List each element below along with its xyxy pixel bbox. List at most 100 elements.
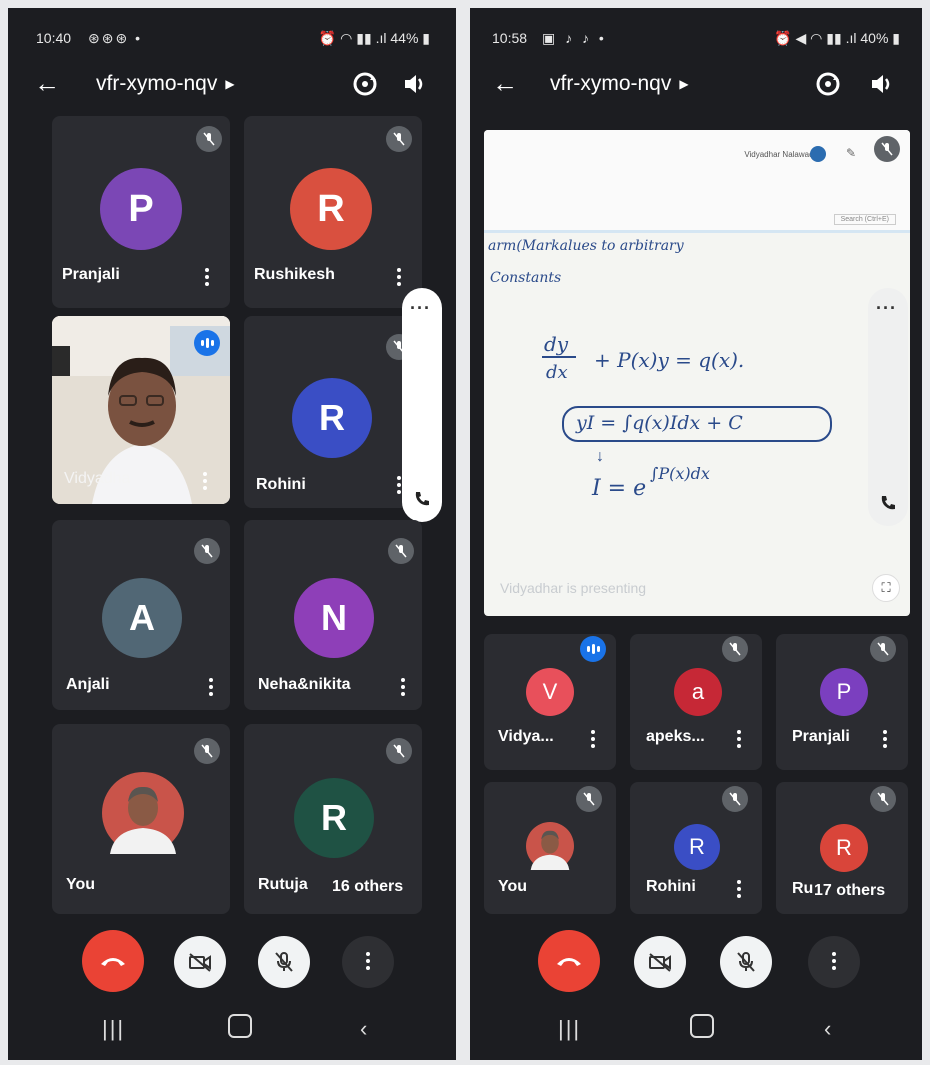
participant-tile[interactable]: V Vidya... bbox=[484, 634, 616, 770]
participant-tile[interactable]: a apeks... bbox=[630, 634, 762, 770]
back-arrow-icon[interactable]: ← bbox=[34, 68, 60, 99]
camera-off-icon bbox=[189, 953, 211, 972]
status-time: 10:58 bbox=[492, 30, 528, 46]
home-icon[interactable] bbox=[690, 1014, 714, 1038]
more-vert-icon[interactable] bbox=[396, 268, 402, 288]
participant-tile[interactable]: R Rohini bbox=[630, 782, 762, 914]
participant-tile-group[interactable]: R Rutuja 16 others bbox=[244, 724, 422, 914]
more-vert-icon[interactable] bbox=[400, 678, 406, 698]
participant-tile[interactable]: A Anjali bbox=[52, 520, 230, 710]
avatar-initial: a bbox=[691, 679, 705, 704]
more-vert-icon[interactable] bbox=[736, 880, 742, 900]
avatar-initial: A bbox=[129, 597, 155, 638]
avatar: R bbox=[294, 778, 374, 858]
mic-toggle-button[interactable] bbox=[258, 936, 310, 988]
participant-tile-group[interactable]: R Ru 17 others bbox=[776, 782, 908, 914]
switch-camera-icon[interactable] bbox=[351, 70, 379, 98]
participant-tile[interactable]: P Pranjali bbox=[776, 634, 908, 770]
avatar bbox=[102, 772, 184, 854]
mic-muted-icon bbox=[576, 786, 602, 812]
camera-off-icon bbox=[649, 953, 671, 972]
speaker-icon[interactable] bbox=[401, 70, 429, 98]
back-nav-icon[interactable]: ‹ bbox=[824, 1016, 831, 1042]
avatar-initial: R bbox=[319, 397, 345, 438]
more-vert-icon[interactable] bbox=[736, 730, 742, 750]
presentation-header: Vidyadhar Nalawade ✎ Search (Ctrl+E) bbox=[484, 130, 910, 233]
participant-tile[interactable]: R Rushikesh bbox=[244, 116, 422, 308]
participant-name: Pranjali bbox=[62, 266, 120, 283]
left-phone-screen: 10:40 ⊛⊛⊛ • ⏰ ◠ ▮▮ .ıl 44% ▮ ← vfr-xymo-… bbox=[8, 8, 456, 1060]
participants-side-panel[interactable]: ··· bbox=[402, 288, 442, 522]
more-vert-icon[interactable] bbox=[208, 678, 214, 698]
mic-off-icon bbox=[737, 952, 755, 972]
meeting-code-text: vfr-xymo-nqv bbox=[96, 72, 218, 95]
participant-tile-self[interactable]: You bbox=[484, 782, 616, 914]
mic-muted-icon bbox=[722, 786, 748, 812]
equation-exponent: ∫P(x)dx bbox=[650, 464, 710, 483]
presenter-avatar bbox=[810, 146, 826, 162]
participant-tile-self[interactable]: You bbox=[52, 724, 230, 914]
presentation-view[interactable]: Vidyadhar Nalawade ✎ Search (Ctrl+E) arm… bbox=[484, 130, 910, 616]
more-vert-icon bbox=[365, 952, 371, 972]
more-vert-icon[interactable] bbox=[202, 472, 208, 492]
back-arrow-icon[interactable]: ← bbox=[492, 68, 518, 99]
notification-icons: ▣ ♪ ♪ • bbox=[542, 30, 607, 46]
participant-tile[interactable]: R Rohini bbox=[244, 316, 422, 508]
meeting-code[interactable]: vfr-xymo-nqv ▶ bbox=[550, 72, 689, 96]
avatar-initial: R bbox=[836, 835, 852, 860]
more-options-button[interactable] bbox=[808, 936, 860, 988]
participants-side-panel[interactable]: ··· bbox=[868, 288, 908, 526]
handwritten-line: Constants bbox=[490, 270, 562, 286]
participant-video-tile[interactable]: Vidyadha bbox=[52, 316, 230, 504]
avatar: P bbox=[820, 668, 868, 716]
avatar-initial: P bbox=[128, 187, 154, 230]
avatar-initial: R bbox=[321, 797, 347, 838]
more-vert-icon[interactable] bbox=[882, 730, 888, 750]
avatar bbox=[526, 822, 574, 870]
participant-name: Rushikesh bbox=[254, 266, 335, 283]
more-options-button[interactable] bbox=[342, 936, 394, 988]
avatar-initial: N bbox=[321, 597, 347, 638]
participant-name: Ru bbox=[792, 880, 814, 897]
equation-text: + P(x)y = q(x). bbox=[594, 348, 745, 372]
participant-name: Rutuja bbox=[258, 876, 308, 893]
avatar: R bbox=[290, 168, 372, 250]
fraction-bar bbox=[542, 356, 576, 358]
participant-name: Neha&nikita bbox=[258, 676, 351, 693]
participant-name: You bbox=[66, 876, 96, 893]
status-bar: 10:40 ⊛⊛⊛ • ⏰ ◠ ▮▮ .ıl 44% ▮ bbox=[8, 30, 456, 52]
avatar-initial: V bbox=[542, 679, 558, 704]
fullscreen-icon[interactable]: ⛶ bbox=[872, 574, 900, 602]
switch-camera-icon[interactable] bbox=[814, 70, 842, 98]
avatar: a bbox=[674, 668, 722, 716]
camera-toggle-button[interactable] bbox=[174, 936, 226, 988]
mic-muted-icon bbox=[194, 738, 220, 764]
equation-text: yI = ∫q(x)Idx + C bbox=[576, 412, 743, 434]
phone-icon[interactable] bbox=[413, 490, 431, 508]
search-box: Search (Ctrl+E) bbox=[833, 214, 896, 225]
status-bar: 10:58 ▣ ♪ ♪ • ⏰ ◀ ◠ ▮▮ .ıl 40% ▮ bbox=[470, 30, 922, 52]
end-call-button[interactable] bbox=[82, 930, 144, 992]
phone-icon[interactable] bbox=[879, 494, 897, 512]
more-vert-icon[interactable] bbox=[590, 730, 596, 750]
more-vert-icon bbox=[831, 952, 837, 972]
recents-icon[interactable]: ||| bbox=[102, 1016, 125, 1042]
status-right: ⏰ ◠ ▮▮ .ıl 44% ▮ bbox=[318, 30, 430, 46]
recents-icon[interactable]: ||| bbox=[558, 1016, 581, 1042]
meeting-code[interactable]: vfr-xymo-nqv ▶ bbox=[96, 72, 235, 96]
speaker-icon[interactable] bbox=[868, 70, 896, 98]
mic-muted-icon bbox=[870, 636, 896, 662]
caret-right-icon: ▶ bbox=[679, 77, 689, 91]
mic-toggle-button[interactable] bbox=[720, 936, 772, 988]
home-icon[interactable] bbox=[228, 1014, 252, 1038]
more-horiz-icon[interactable]: ··· bbox=[410, 298, 431, 319]
camera-toggle-button[interactable] bbox=[634, 936, 686, 988]
participant-tile[interactable]: N Neha&nikita bbox=[244, 520, 422, 710]
participant-tile[interactable]: P Pranjali bbox=[52, 116, 230, 308]
more-horiz-icon[interactable]: ··· bbox=[876, 298, 897, 319]
equation-numerator: dy bbox=[544, 332, 569, 356]
mic-muted-icon bbox=[722, 636, 748, 662]
back-nav-icon[interactable]: ‹ bbox=[360, 1016, 367, 1042]
end-call-button[interactable] bbox=[538, 930, 600, 992]
more-vert-icon[interactable] bbox=[204, 268, 210, 288]
